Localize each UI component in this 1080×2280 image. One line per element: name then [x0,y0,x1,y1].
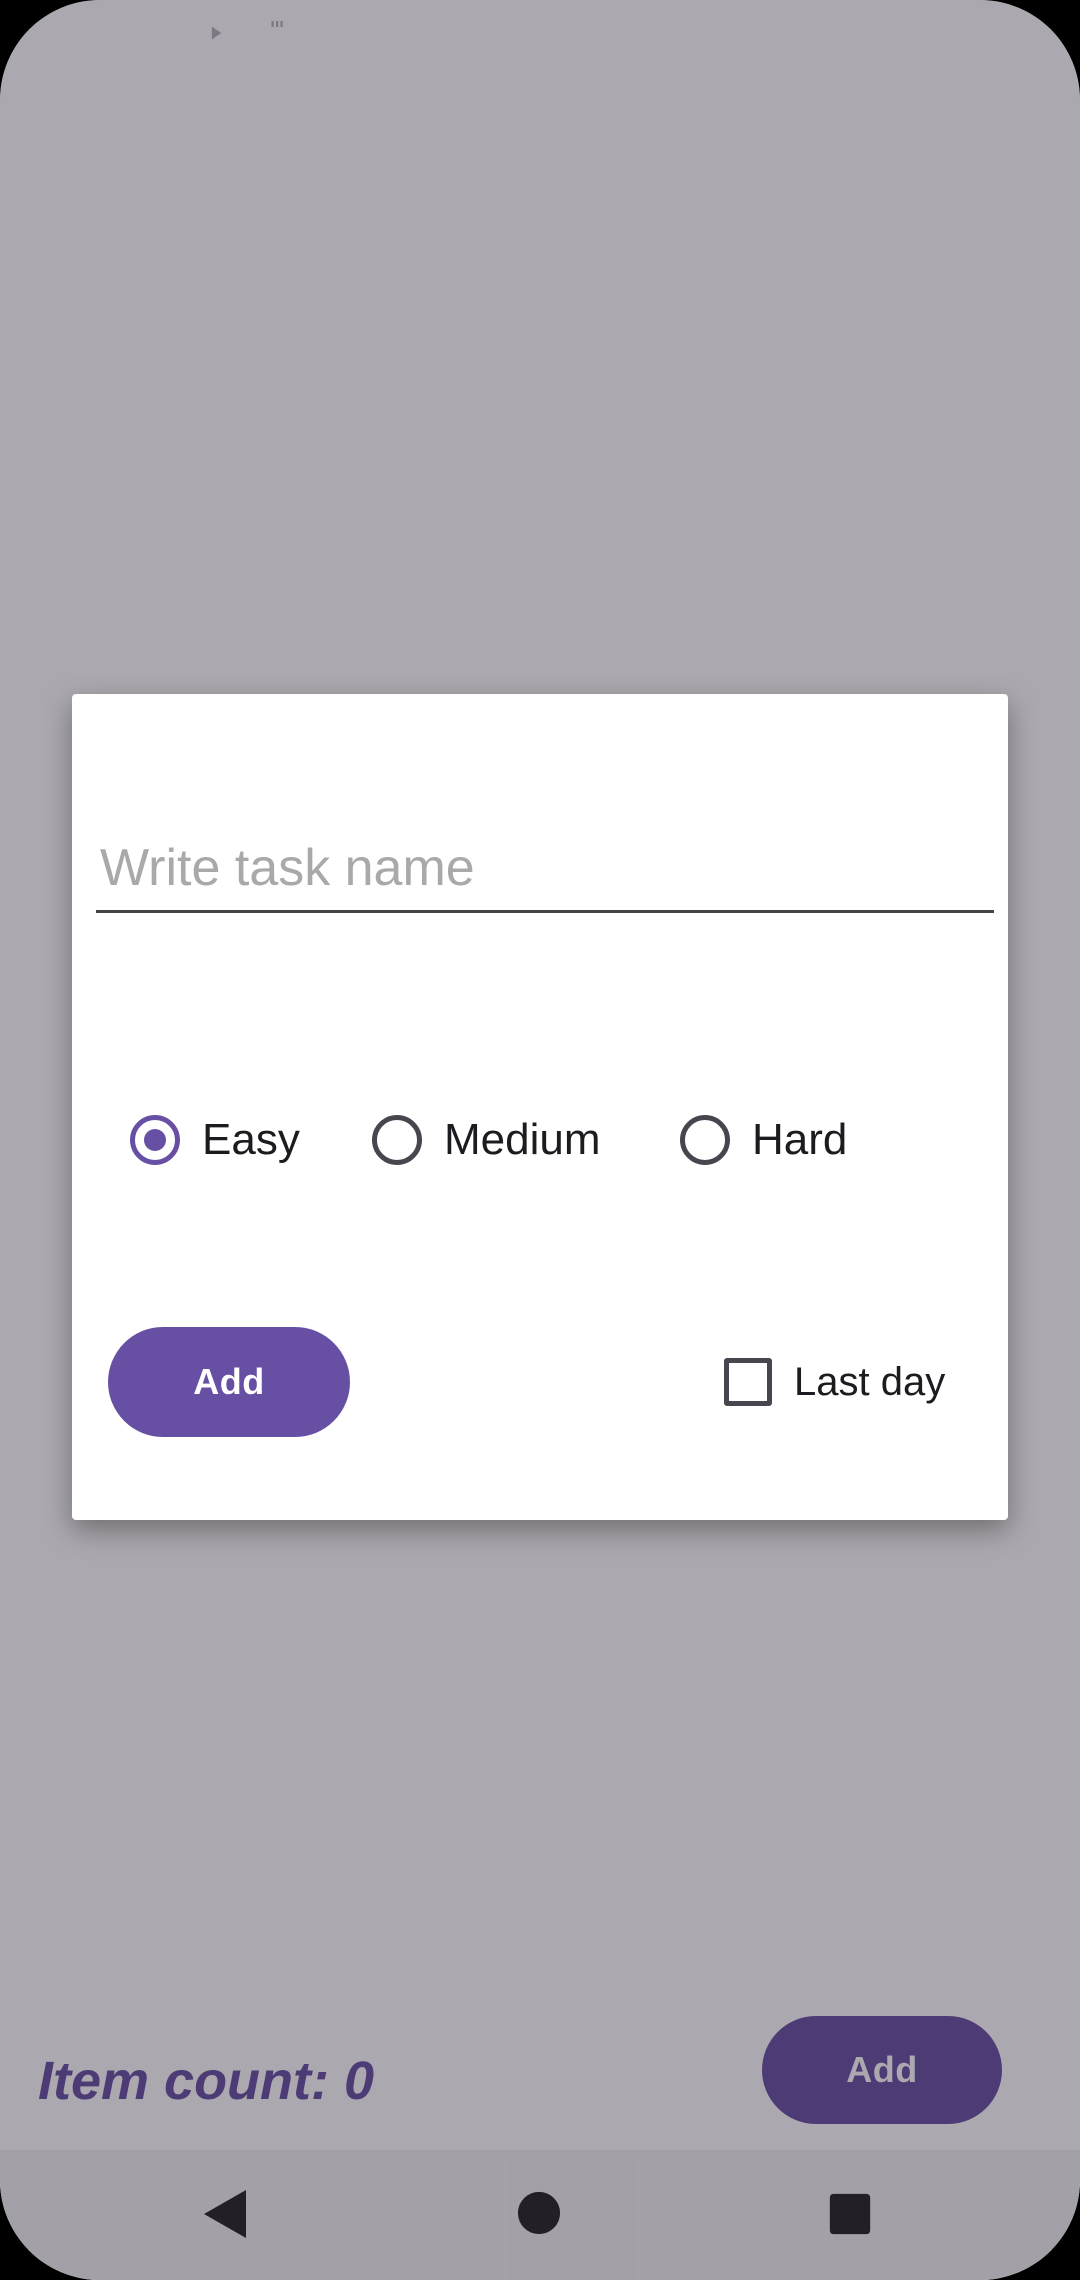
dialog-add-button[interactable]: Add [108,1327,350,1437]
checkbox-label: Last day [794,1359,946,1404]
radio-hard[interactable]: Hard [680,1112,847,1168]
radio-unchecked-icon [372,1115,422,1165]
radio-label: Easy [202,1115,300,1164]
radio-unchecked-icon [680,1115,730,1165]
radio-easy[interactable]: Easy [130,1112,300,1168]
radio-label: Hard [752,1115,848,1164]
task-name-input[interactable] [96,826,994,913]
radio-medium[interactable]: Medium [372,1112,601,1168]
radio-checked-icon [130,1115,180,1165]
device-screen: 10:27 Item count: 0 Add Easy [0,0,1080,2280]
last-day-checkbox[interactable]: Last day [724,1356,945,1408]
radio-label: Medium [444,1115,601,1164]
checkbox-unchecked-icon [724,1358,772,1406]
